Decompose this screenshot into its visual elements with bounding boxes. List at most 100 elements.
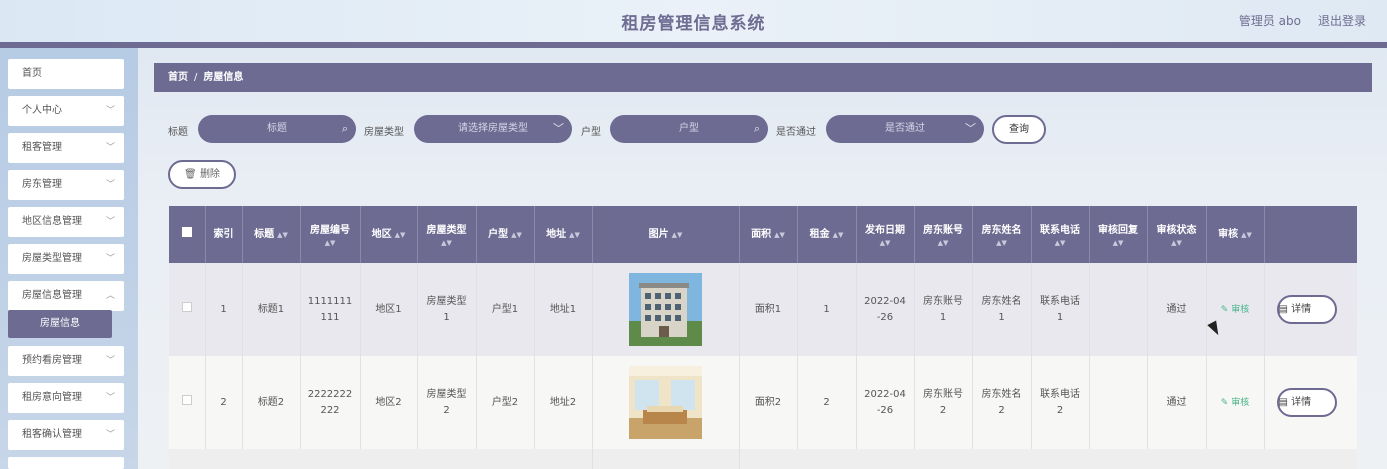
cell-region: 地区2 bbox=[360, 356, 418, 449]
cell-review: ✎ 审核 bbox=[1206, 356, 1265, 449]
sidebar-item-home[interactable]: 首页 bbox=[8, 59, 124, 89]
breadcrumb-home[interactable]: 首页 bbox=[168, 72, 188, 83]
col-header-image[interactable]: 图片 ▲▼ bbox=[592, 206, 740, 263]
header-label: 房屋类型 bbox=[426, 224, 467, 236]
col-header-actions bbox=[1264, 206, 1357, 263]
row-checkbox[interactable] bbox=[181, 394, 192, 405]
header-label: 房屋编号 bbox=[310, 224, 350, 236]
sidebar-item-partial[interactable] bbox=[8, 457, 124, 469]
col-header-phone[interactable]: 联系电话 ▲▼ bbox=[1031, 206, 1090, 263]
sort-icon: ▲▼ bbox=[1112, 238, 1124, 247]
sidebar-item-label: 个人中心 bbox=[22, 105, 62, 116]
sidebar-item-label: 地区信息管理 bbox=[22, 216, 82, 227]
cell-line: 房东账号 bbox=[923, 388, 963, 400]
edit-icon: ✎ bbox=[1220, 397, 1229, 408]
sort-icon: ▲▼ bbox=[879, 238, 891, 247]
cell-line: 联系电话 bbox=[1040, 295, 1080, 307]
sidebar-item-tenants[interactable]: 租客管理 ﹀ bbox=[8, 133, 124, 163]
col-header-code[interactable]: 房屋编号 ▲▼ bbox=[300, 206, 361, 263]
pass-select[interactable]: 是否通过 ﹀ bbox=[826, 115, 984, 143]
select-all-cell bbox=[169, 206, 206, 263]
type-filter-label: 房屋类型 bbox=[364, 127, 404, 138]
breadcrumb-current: 房屋信息 bbox=[203, 72, 244, 83]
chevron-down-icon: ﹀ bbox=[105, 430, 115, 440]
title-search-input[interactable]: 标题 ⌕ bbox=[198, 115, 356, 143]
top-bar: 租房管理信息系统 管理员 abo 退出登录 bbox=[0, 0, 1387, 42]
table-row: 1 标题1 1111111 111 地区1 房屋类型 1 户型1 地址1 面积1… bbox=[169, 263, 1357, 356]
col-header-rent[interactable]: 租金 ▲▼ bbox=[797, 206, 857, 263]
col-header-region[interactable]: 地区 ▲▼ bbox=[360, 206, 418, 263]
sidebar-item-viewing[interactable]: 预约看房管理 ﹀ bbox=[8, 346, 124, 376]
review-link[interactable]: ✎ 审核 bbox=[1221, 305, 1249, 315]
layout-search-input[interactable]: 户型 ⌕ bbox=[610, 115, 768, 143]
cell-image bbox=[592, 263, 740, 356]
sidebar-item-label: 租客确认管理 bbox=[22, 429, 82, 440]
delete-button[interactable]: 🗑 删除 bbox=[168, 160, 236, 189]
cell-line: 2 bbox=[443, 404, 450, 416]
header-label: 发布日期 bbox=[865, 224, 905, 236]
house-photo-2[interactable] bbox=[629, 366, 702, 439]
col-header-house-type[interactable]: 房屋类型 ▲▼ bbox=[417, 206, 477, 263]
header-label: 索引 bbox=[213, 228, 234, 240]
house-type-select[interactable]: 请选择房屋类型 ﹀ bbox=[414, 115, 572, 143]
header-label: 审核 bbox=[1218, 228, 1239, 240]
cell-actions: ▤ 详情 bbox=[1264, 263, 1357, 356]
cell-review-reply bbox=[1089, 356, 1148, 449]
cell-address: 地址2 bbox=[534, 356, 593, 449]
sort-icon: ▲▼ bbox=[937, 238, 949, 247]
select-all-checkbox[interactable] bbox=[181, 226, 192, 237]
col-header-review[interactable]: 审核 ▲▼ bbox=[1206, 206, 1265, 263]
col-header-review-status[interactable]: 审核状态 ▲▼ bbox=[1147, 206, 1207, 263]
header-label: 审核回复 bbox=[1098, 224, 1138, 236]
row-select-cell bbox=[169, 356, 206, 449]
sidebar-subitem-house-info[interactable]: 房屋信息 bbox=[8, 310, 112, 338]
col-header-landlord-account[interactable]: 房东账号 ▲▼ bbox=[914, 206, 973, 263]
house-table: 索引 标题 ▲▼ 房屋编号 ▲▼ 地区 ▲▼ 房屋类型 ▲▼ 户型 ▲▼ 地址 ▲▼ 图片 ▲… bbox=[169, 206, 1357, 469]
search-icon: ⌕ bbox=[753, 122, 760, 135]
pass-filter-label: 是否通过 bbox=[776, 127, 816, 138]
header-label: 标题 bbox=[254, 228, 275, 240]
cell-house-type: 房屋类型 1 bbox=[417, 263, 477, 356]
trash-icon: 🗑 bbox=[184, 169, 197, 180]
col-header-address[interactable]: 地址 ▲▼ bbox=[534, 206, 593, 263]
header-label: 图片 bbox=[648, 228, 669, 240]
cell-address: 地址1 bbox=[534, 263, 593, 356]
header-label: 租金 bbox=[809, 228, 830, 240]
sidebar-item-confirm[interactable]: 租客确认管理 ﹀ bbox=[8, 420, 124, 450]
cell-image bbox=[592, 356, 740, 449]
cell-title: 标题2 bbox=[242, 356, 301, 449]
sidebar-item-landlords[interactable]: 房东管理 ﹀ bbox=[8, 170, 124, 200]
chevron-down-icon: ﹀ bbox=[105, 393, 115, 403]
layout-placeholder: 户型 bbox=[679, 123, 699, 134]
sort-icon: ▲▼ bbox=[774, 230, 785, 239]
col-header-review-reply[interactable]: 审核回复 ▲▼ bbox=[1089, 206, 1148, 263]
logout-link[interactable]: 退出登录 bbox=[1318, 12, 1366, 29]
chevron-down-icon: ﹀ bbox=[105, 180, 115, 190]
col-header-title[interactable]: 标题 ▲▼ bbox=[242, 206, 301, 263]
pass-placeholder: 是否通过 bbox=[885, 123, 925, 134]
col-header-area[interactable]: 面积 ▲▼ bbox=[739, 206, 798, 263]
query-button[interactable]: 查询 bbox=[992, 115, 1046, 144]
sidebar-item-house-types[interactable]: 房屋类型管理 ﹀ bbox=[8, 244, 124, 274]
sidebar-item-regions[interactable]: 地区信息管理 ﹀ bbox=[8, 207, 124, 237]
col-header-layout[interactable]: 户型 ▲▼ bbox=[476, 206, 535, 263]
cell-house-type: 房屋类型 2 bbox=[417, 356, 477, 449]
detail-button[interactable]: ▤ 详情 bbox=[1276, 388, 1337, 417]
cell-landlord-name: 房东姓名 1 bbox=[972, 263, 1032, 356]
col-header-landlord-name[interactable]: 房东姓名 ▲▼ bbox=[972, 206, 1032, 263]
sidebar-item-house-info[interactable]: 房屋信息管理 ︿ bbox=[8, 281, 124, 311]
type-placeholder: 请选择房屋类型 bbox=[458, 123, 528, 134]
col-header-date[interactable]: 发布日期 ▲▼ bbox=[856, 206, 915, 263]
review-link[interactable]: ✎ 审核 bbox=[1221, 398, 1249, 408]
current-user: 管理员 abo bbox=[1238, 14, 1301, 28]
sidebar-item-profile[interactable]: 个人中心 ﹀ bbox=[8, 96, 124, 126]
row-checkbox[interactable] bbox=[181, 301, 192, 312]
header-label: 地址 bbox=[546, 228, 567, 240]
detail-label: 详情 bbox=[1291, 397, 1312, 408]
detail-button[interactable]: ▤ 详情 bbox=[1276, 295, 1337, 324]
header-label: 房东账号 bbox=[923, 224, 963, 236]
cell-landlord-name: 房东姓名 2 bbox=[972, 356, 1032, 449]
delete-label: 删除 bbox=[199, 169, 220, 180]
house-photo-1[interactable] bbox=[629, 273, 702, 346]
sidebar-item-intent[interactable]: 租房意向管理 ﹀ bbox=[8, 383, 124, 413]
